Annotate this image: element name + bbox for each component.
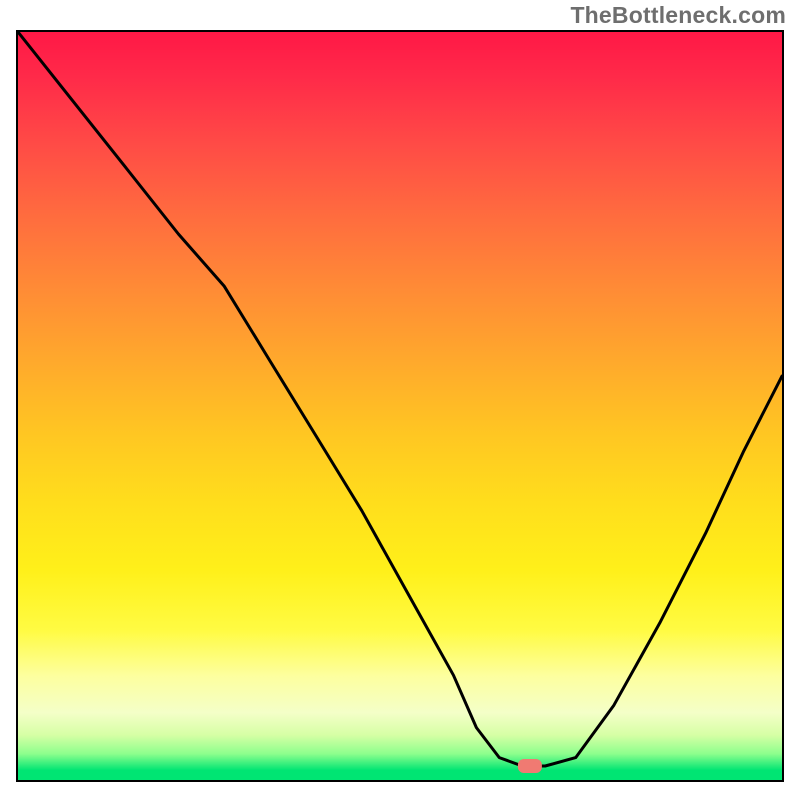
plot-inner (18, 32, 782, 780)
bottleneck-curve-svg (18, 32, 782, 780)
watermark-text: TheBottleneck.com (570, 2, 786, 29)
optimal-marker (518, 759, 542, 773)
plot-area (16, 30, 784, 782)
bottleneck-curve (18, 32, 782, 766)
chart-container: TheBottleneck.com (0, 0, 800, 800)
